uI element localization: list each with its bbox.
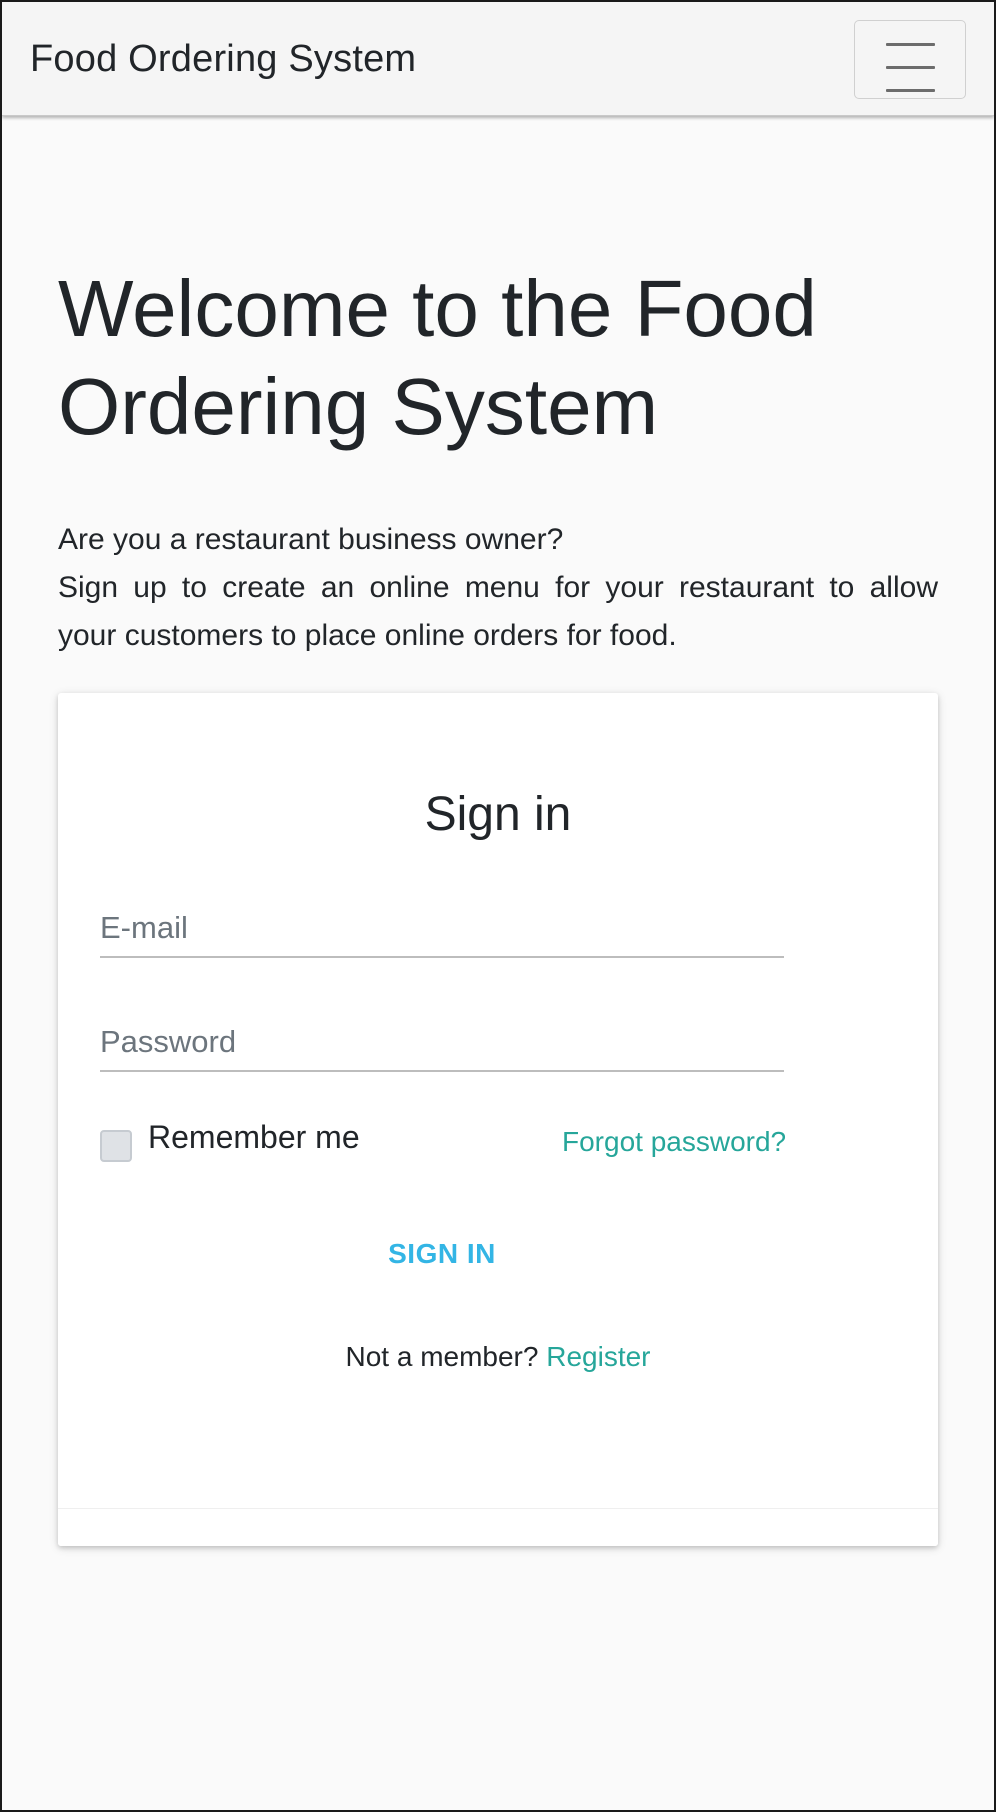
- password-input[interactable]: [100, 1022, 784, 1062]
- page-title: Welcome to the Food Ordering System: [58, 264, 817, 451]
- email-input[interactable]: [100, 908, 784, 948]
- navbar: Food Ordering System: [2, 2, 994, 116]
- register-link[interactable]: Register: [546, 1341, 650, 1372]
- email-field: [100, 888, 784, 958]
- password-field: [100, 1002, 784, 1072]
- intro-line-3: your customers to place online orders fo…: [58, 619, 677, 652]
- remember-me-label: Remember me: [148, 1119, 360, 1155]
- register-prompt-text: Not a member?: [345, 1341, 539, 1372]
- navbar-brand[interactable]: Food Ordering System: [30, 36, 416, 82]
- intro-question: Are you a restaurant business owner?: [58, 523, 564, 556]
- intro-text: Are you a restaurant business owner? Sig…: [58, 516, 938, 660]
- forgot-password-link[interactable]: Forgot password?: [562, 1124, 786, 1160]
- remember-me-checkbox[interactable]: [100, 1130, 132, 1162]
- sign-in-button[interactable]: SIGN IN: [342, 1230, 542, 1278]
- intro-line-2: Sign up to create an online menu for you…: [58, 571, 938, 604]
- navbar-toggler-button[interactable]: [854, 20, 966, 99]
- register-prompt: Not a member? Register: [2, 1337, 994, 1377]
- page: Food Ordering System Welcome to the Food…: [0, 0, 996, 1812]
- signin-title: Sign in: [424, 788, 572, 841]
- card-footer: [58, 1508, 938, 1546]
